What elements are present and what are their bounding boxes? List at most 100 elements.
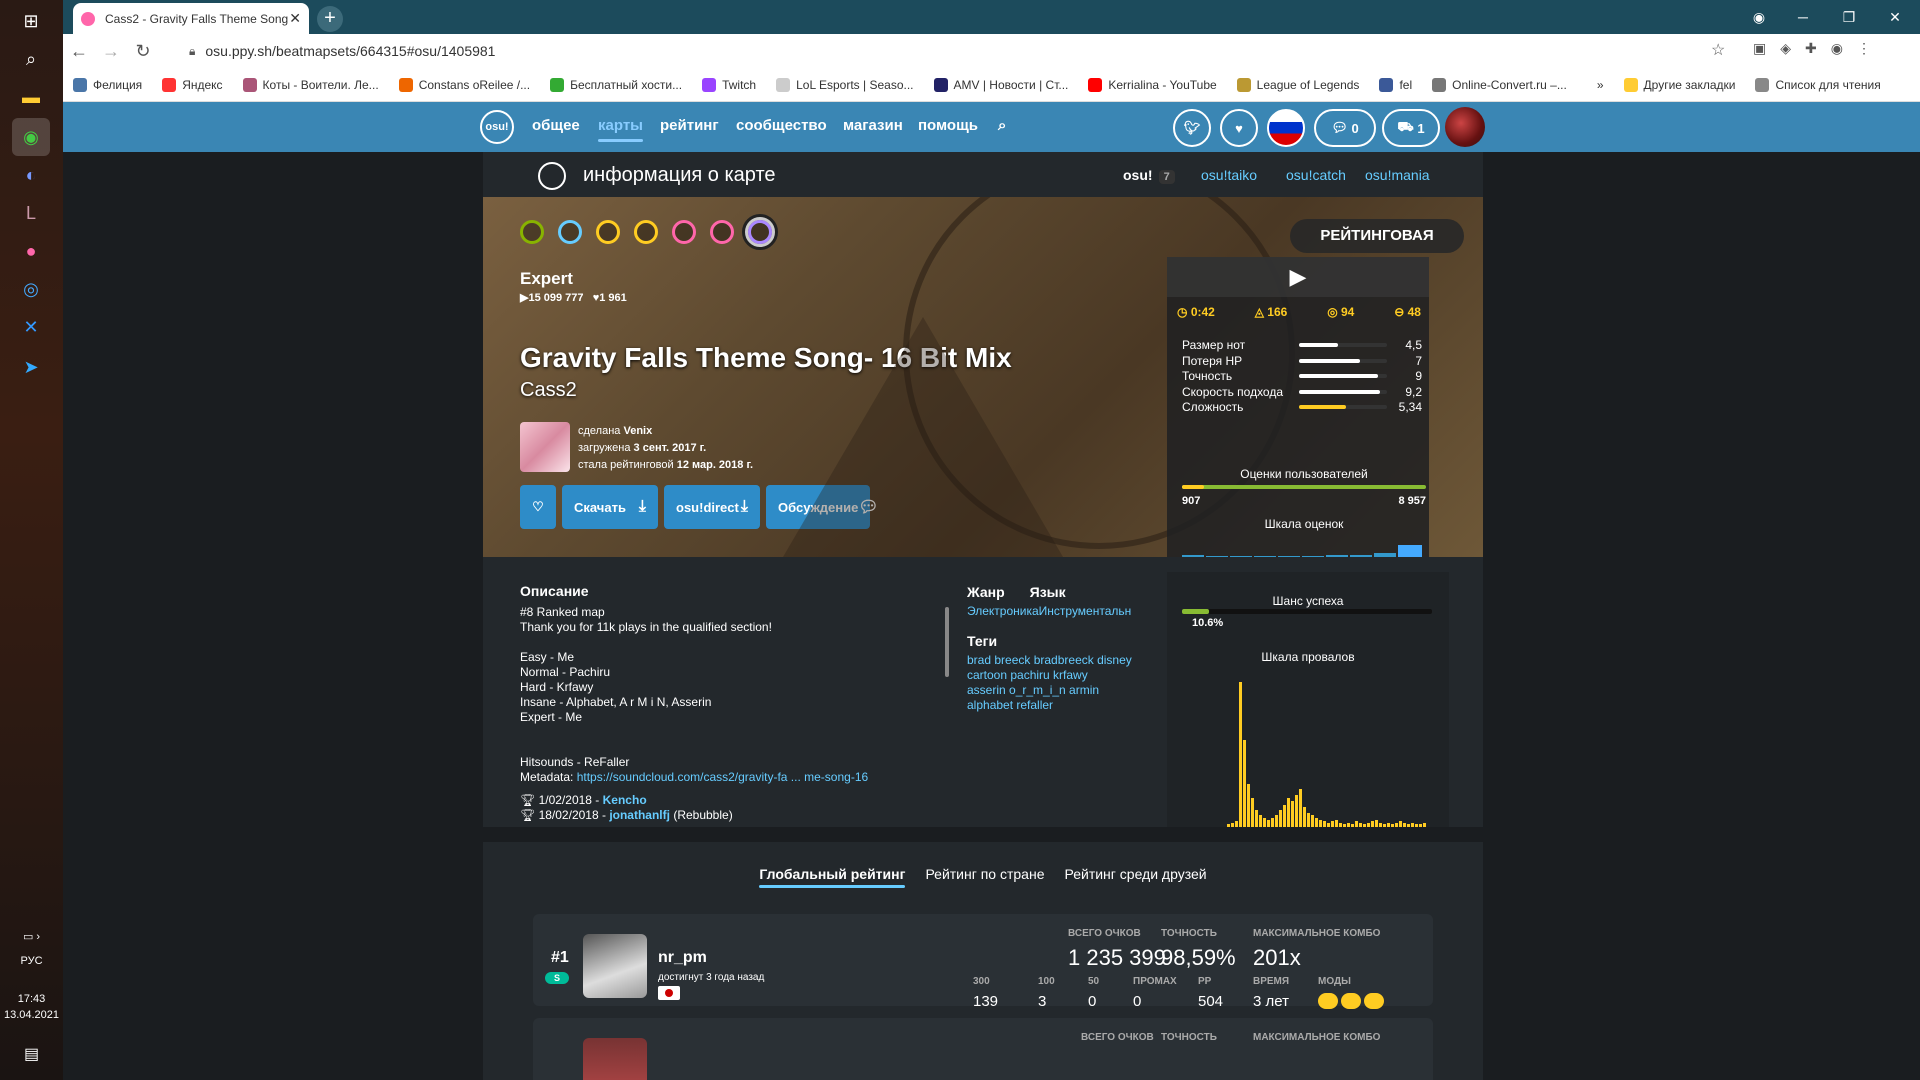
clock-date[interactable]: 13.04.2021 [0, 1009, 63, 1021]
notifications-button[interactable]: ⛟ 1 [1382, 109, 1440, 147]
search-icon[interactable]: ⌕ [12, 40, 50, 78]
lang-indicator[interactable]: РУС [0, 955, 63, 967]
profile-icon[interactable]: ◉ [1739, 4, 1779, 30]
bookmark-item[interactable]: League of Legends [1236, 77, 1359, 92]
tray-icons[interactable]: ▭ › [0, 930, 63, 943]
bookmark-item[interactable]: Яндекс [162, 77, 223, 92]
metadata-link[interactable]: https://soundcloud.com/cass2/gravity-fa … [577, 770, 868, 784]
extension-icons[interactable]: ▣◈✚◉⋮ [1753, 40, 1885, 57]
bookmark-item[interactable]: Twitch [702, 77, 756, 92]
download-button[interactable]: Скачать ⤓ [562, 485, 658, 529]
browser-tab[interactable]: Cass2 - Gravity Falls Theme Song ✕ [73, 3, 309, 34]
difficulty-expert[interactable] [742, 214, 778, 250]
difficulty-hard[interactable] [596, 220, 620, 244]
tab-friends[interactable]: Рейтинг среди друзей [1065, 866, 1207, 888]
vscode-icon[interactable]: ✕ [12, 308, 50, 346]
mode-osu[interactable]: osu! 7 [1123, 167, 1175, 184]
nominator-2[interactable]: jonathanlfj [609, 808, 670, 822]
maximize-button[interactable]: ❐ [1829, 4, 1869, 30]
difficulty-normal[interactable] [558, 220, 582, 244]
tag-line[interactable]: asserin o_r_m_i_n armin [967, 683, 1157, 698]
clock-time[interactable]: 17:43 [0, 993, 63, 1005]
difficulty-insane[interactable] [634, 220, 658, 244]
mode-mania[interactable]: osu!mania [1365, 167, 1430, 183]
forward-icon[interactable]: → [95, 41, 127, 62]
locale-flag-icon[interactable] [1267, 109, 1305, 147]
osu-logo[interactable]: osu! [480, 110, 514, 144]
more-bookmarks-icon[interactable]: » [1597, 78, 1604, 92]
nav-store[interactable]: магазин [843, 117, 903, 134]
player-avatar[interactable] [583, 1038, 647, 1080]
new-tab-button[interactable]: + [317, 6, 343, 32]
tag-line[interactable]: cartoon pachiru krfawy [967, 668, 1157, 683]
bookmark-item[interactable]: AMV | Новости | Ст... [933, 77, 1068, 92]
notification-icon[interactable]: ▤ [0, 1044, 63, 1064]
windows-start-icon[interactable]: ⊞ [12, 2, 50, 40]
country-flag-icon[interactable] [658, 986, 680, 1000]
mapper-name[interactable]: Venix [623, 425, 652, 437]
difficulty-insane-2[interactable] [672, 220, 696, 244]
nav-community[interactable]: сообщество [736, 117, 827, 134]
user-avatar[interactable] [1445, 107, 1485, 147]
osu-icon[interactable]: ● [12, 232, 50, 270]
url-input[interactable]: 🔒︎ osu.ppy.sh/beatmapsets/664315#osu/140… [175, 37, 1695, 65]
nav-help[interactable]: помощь [918, 117, 978, 134]
nav-rankings[interactable]: рейтинг [660, 117, 719, 134]
tab-country[interactable]: Рейтинг по стране [925, 866, 1044, 888]
file-explorer-icon[interactable]: ▬ [12, 78, 50, 116]
bookmark-item[interactable]: LoL Esports | Seaso... [776, 77, 914, 92]
bookmark-item[interactable]: Online-Convert.ru –... [1432, 77, 1567, 92]
player-name[interactable]: nr_pm [658, 949, 707, 967]
reading-list[interactable]: Список для чтения [1755, 77, 1881, 92]
mod-hr-icon[interactable] [1364, 993, 1384, 1009]
league-icon[interactable]: L [12, 194, 50, 232]
search-icon[interactable]: ⌕ [998, 117, 1006, 134]
description-scrollbar[interactable] [945, 607, 949, 677]
close-tab-icon[interactable]: ✕ [289, 10, 301, 27]
nav-general[interactable]: общее [532, 117, 580, 134]
mode-catch[interactable]: osu!catch [1286, 167, 1346, 183]
fail-bar [1403, 822, 1406, 827]
nominator-1[interactable]: Kencho [603, 793, 647, 807]
song-artist[interactable]: Cass2 [520, 379, 577, 402]
mod-hd-icon[interactable] [1318, 993, 1338, 1009]
difficulty-easy[interactable] [520, 220, 544, 244]
other-bookmarks[interactable]: Другие закладки [1623, 77, 1735, 92]
mapper-avatar[interactable] [520, 422, 570, 472]
bookmark-item[interactable]: fel [1379, 77, 1412, 92]
nav-beatmaps[interactable]: карты [598, 117, 643, 142]
difficulty-insane-3[interactable] [710, 220, 734, 244]
discord-icon[interactable]: ◐ [12, 156, 50, 194]
star-icon[interactable]: ☆ [1711, 40, 1725, 60]
rating-spread-label: Шкала оценок [1264, 517, 1344, 531]
back-icon[interactable]: ← [63, 41, 95, 62]
mode-taiko[interactable]: osu!taiko [1201, 167, 1257, 183]
telegram-icon[interactable]: ➤ [12, 348, 50, 386]
success-rate-bar [1182, 609, 1432, 614]
bookmark-item[interactable]: Коты - Воители. Ле... [242, 77, 379, 92]
bookmark-item[interactable]: Constans oReilee /... [398, 77, 530, 92]
chat-button[interactable]: 💬︎ 0 [1314, 109, 1376, 147]
chrome-icon[interactable]: ◉ [12, 118, 50, 156]
reload-icon[interactable]: ↻ [127, 41, 159, 62]
minimize-button[interactable]: ─ [1783, 4, 1823, 30]
preview-play-button[interactable]: ▶ [1167, 257, 1429, 297]
twitter-icon[interactable]: 🐦︎ [1173, 109, 1211, 147]
tag-line[interactable]: alphabet refaller [967, 698, 1157, 713]
bookmark-item[interactable]: Фелиция [73, 77, 142, 92]
tag-line[interactable]: brad breeck bradbreeck disney [967, 653, 1157, 668]
favourite-button[interactable]: ♡ [520, 485, 556, 529]
close-window-button[interactable]: ✕ [1875, 4, 1915, 30]
bookmark-item[interactable]: Kerrialina - YouTube [1088, 77, 1217, 92]
player-avatar[interactable] [583, 934, 647, 998]
chrome-alt-icon[interactable]: ◎ [12, 270, 50, 308]
song-title[interactable]: Gravity Falls Theme Song- 16 Bit Mix [520, 342, 1012, 374]
tab-global[interactable]: Глобальный рейтинг [759, 866, 906, 888]
language-link[interactable]: Инструментальн [1039, 604, 1132, 618]
discussion-button[interactable]: Обсуждение 💬︎ [766, 485, 879, 529]
heart-icon[interactable]: ♥ [1220, 109, 1258, 147]
genre-link[interactable]: Электроника [967, 604, 1039, 618]
bookmark-item[interactable]: Бесплатный хости... [550, 77, 682, 92]
mod-dt-icon[interactable] [1341, 993, 1361, 1009]
osu-direct-button[interactable]: osu!direct ⤓ [664, 485, 760, 529]
